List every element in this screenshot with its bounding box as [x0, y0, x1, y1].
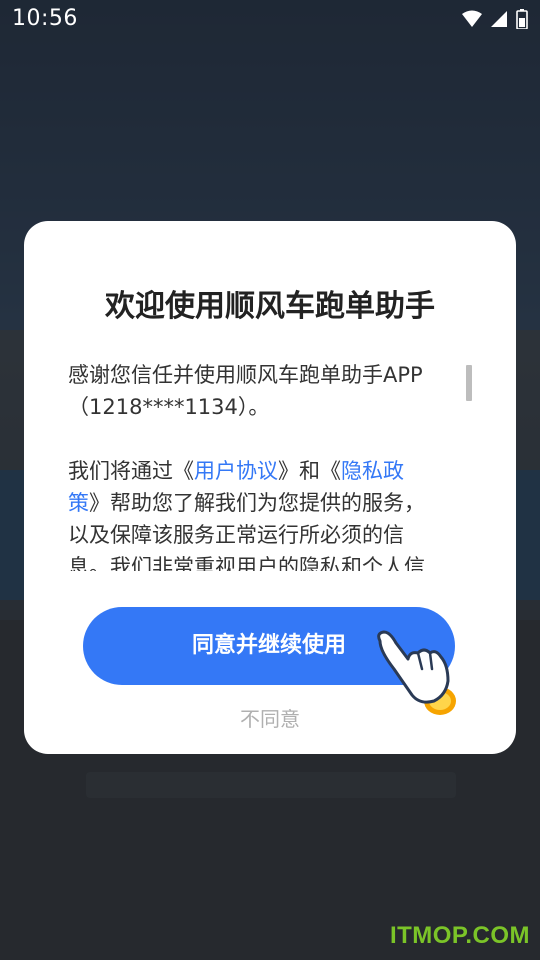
- status-time: 10:56: [12, 6, 78, 31]
- intro-line-2: （1218****1134）。: [68, 395, 270, 419]
- agreement-line-3: 以及保障该服务正常运行所必须的信: [68, 523, 404, 547]
- status-bar: 10:56: [0, 0, 540, 40]
- agreement-prefix: 我们将通过《: [68, 459, 194, 483]
- disagree-button[interactable]: 不同意: [24, 703, 516, 732]
- dialog-body[interactable]: 感谢您信任并使用顺风车跑单助手APP （1218****1134）。 我们将通过…: [68, 359, 468, 571]
- battery-icon: [516, 9, 528, 33]
- status-icons: [462, 9, 528, 33]
- agreement-line-2: 策》帮助您了解我们为您提供的服务，: [68, 487, 468, 519]
- agreement-suffix: 》帮助您了解我们为您提供的服务，: [89, 491, 425, 515]
- privacy-policy-link-cont[interactable]: 策: [68, 491, 89, 515]
- dialog-title: 欢迎使用顺风车跑单助手: [105, 289, 435, 324]
- user-agreement-link[interactable]: 用户协议: [194, 459, 278, 483]
- agreement-mid: 》和《: [278, 459, 341, 483]
- signal-icon: [490, 10, 508, 32]
- privacy-dialog: 欢迎使用顺风车跑单助手 感谢您信任并使用顺风车跑单助手APP （1218****…: [24, 221, 516, 754]
- agreement-line-4: 息。我们非常重视用户的隐私和个人信: [68, 555, 425, 571]
- privacy-policy-link[interactable]: 隐私政: [341, 459, 404, 483]
- agreement-line-1: 我们将通过《用户协议》和《隐私政: [68, 455, 468, 487]
- wifi-icon: [462, 10, 482, 32]
- intro-line-1: 感谢您信任并使用顺风车跑单助手APP: [68, 363, 423, 387]
- body-scrollbar[interactable]: [466, 365, 472, 401]
- watermark: ITMOP.COM: [389, 922, 530, 949]
